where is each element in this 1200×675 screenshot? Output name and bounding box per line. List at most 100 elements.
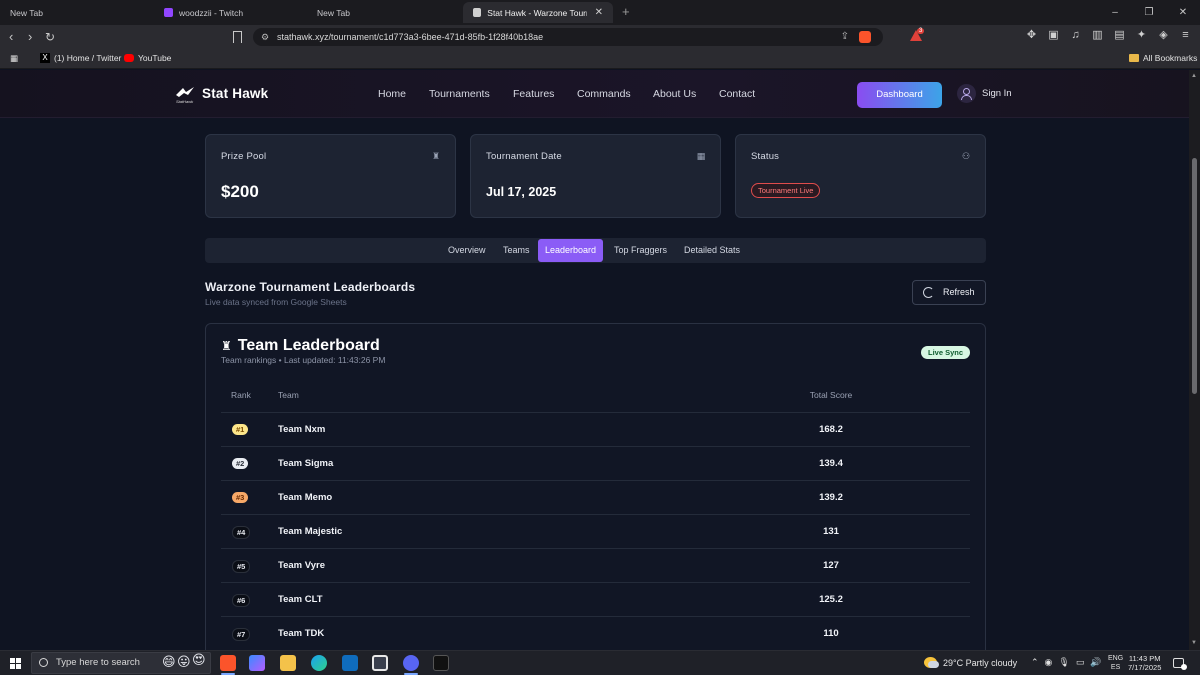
browser-tab-active[interactable]: Stat Hawk - Warzone Tourname ✕ (463, 2, 613, 23)
rank-badge: #6 (232, 594, 251, 607)
search-placeholder: Type here to search (56, 657, 140, 668)
reading-list-icon[interactable]: ▥ (1091, 29, 1104, 42)
nav-features[interactable]: Features (513, 88, 554, 100)
team-name: Team Memo (278, 492, 333, 503)
trophy-icon: ♜ (431, 151, 441, 161)
table-row[interactable]: #1 Team Nxm 168.2 (221, 412, 970, 446)
brave-browser-icon[interactable] (220, 655, 236, 671)
camera-icon[interactable]: ◉ (1045, 657, 1053, 668)
weather-widget[interactable]: 29°C Partly cloudy (924, 657, 1017, 668)
rank-badge: #2 (232, 458, 249, 469)
leo-ai-icon[interactable]: ✦ (1135, 29, 1148, 42)
forward-icon[interactable]: › (28, 29, 32, 45)
browser-tab-2[interactable]: woodzzii - Twitch (154, 0, 253, 25)
page-scrollbar[interactable]: ▲ ▼ (1189, 70, 1200, 650)
board-subtitle: Team rankings • Last updated: 11:43:26 P… (221, 355, 386, 365)
extensions-icon[interactable]: ✥ (1025, 29, 1038, 42)
col-team: Team (278, 390, 299, 400)
browser-tab-1[interactable]: New Tab (0, 0, 53, 25)
store-icon[interactable] (372, 655, 388, 671)
discord-icon[interactable] (403, 655, 419, 671)
hawk-logo-icon[interactable] (175, 86, 195, 100)
section-title: Warzone Tournament Leaderboards (205, 280, 416, 294)
network-icon[interactable]: ▭ (1076, 657, 1085, 668)
scroll-thumb[interactable] (1192, 158, 1197, 394)
rank-badge: #5 (232, 560, 251, 573)
language-indicator[interactable]: ENG ES (1108, 654, 1123, 672)
back-icon[interactable]: ‹ (9, 29, 13, 45)
site-info-icon[interactable]: ⚙ (261, 28, 269, 46)
vpn-icon[interactable]: ◈ (1157, 29, 1170, 42)
rank-badge: #3 (232, 492, 249, 503)
stathawk-favicon-icon (473, 8, 482, 17)
restore-button[interactable]: ❐ (1132, 0, 1166, 25)
table-row[interactable]: #7 Team TDK 110 (221, 616, 970, 650)
close-window-button[interactable]: ✕ (1166, 0, 1200, 25)
chevron-up-icon[interactable]: ⌃ (1031, 657, 1039, 668)
tab-leaderboard[interactable]: Leaderboard (538, 239, 604, 262)
new-tab-button[interactable]: + (622, 4, 630, 19)
microphone-icon[interactable]: 🎙 (1058, 657, 1069, 668)
extension-icons: ✥ ▣ ♫ ▥ ▤ ✦ ◈ ≡ (1025, 29, 1192, 42)
table-row[interactable]: #5 Team Vyre 127 (221, 548, 970, 582)
copilot-icon[interactable] (249, 655, 265, 671)
team-name: Team Vyre (278, 560, 325, 571)
tab-detailed-stats[interactable]: Detailed Stats (677, 238, 747, 263)
bookmark-youtube[interactable]: YouTube (124, 53, 171, 63)
nav-tournaments[interactable]: Tournaments (429, 88, 490, 100)
screenshot-icon[interactable]: ▣ (1047, 29, 1060, 42)
menu-icon[interactable]: ≡ (1179, 29, 1192, 42)
table-row[interactable]: #4 Team Majestic 131 (221, 514, 970, 548)
all-bookmarks-label: All Bookmarks (1143, 53, 1198, 63)
all-bookmarks[interactable]: All Bookmarks (1129, 53, 1197, 63)
share-icon[interactable]: ⇪ (841, 28, 849, 46)
youtube-icon (124, 54, 134, 62)
windows-start-icon[interactable] (10, 658, 21, 669)
tab-title: New Tab (10, 7, 43, 18)
clock[interactable]: 11:43 PM 7/17/2025 (1128, 654, 1161, 672)
sign-in-button[interactable]: Sign In (957, 84, 1012, 103)
file-explorer-icon[interactable] (280, 655, 296, 671)
table-row[interactable]: #6 Team CLT 125.2 (221, 582, 970, 616)
tab-strip: New Tab woodzzii - Twitch New Tab Stat H… (0, 0, 1200, 25)
refresh-icon (923, 287, 934, 298)
scroll-down-icon[interactable]: ▼ (1191, 640, 1197, 646)
logo-text[interactable]: Stat Hawk (202, 86, 268, 101)
volume-icon[interactable]: 🔊 (1090, 657, 1101, 668)
nav-about-us[interactable]: About Us (653, 88, 696, 100)
bookmarks-bar: ▦ X (1) Home / Twitter YouTube All Bookm… (0, 49, 1200, 69)
tab-teams[interactable]: Teams (496, 238, 537, 263)
close-tab-icon[interactable]: ✕ (595, 7, 603, 18)
x-icon: X (40, 53, 50, 63)
media-icon[interactable]: ♫ (1069, 29, 1082, 42)
browser-tab-3[interactable]: New Tab (307, 0, 360, 25)
tab-overview[interactable]: Overview (441, 238, 493, 263)
table-row[interactable]: #2 Team Sigma 139.4 (221, 446, 970, 480)
brave-shields-icon[interactable] (859, 31, 871, 43)
edge-icon[interactable] (311, 655, 327, 671)
nav-contact[interactable]: Contact (719, 88, 755, 100)
apps-grid-icon[interactable]: ▦ (10, 53, 18, 64)
nav-commands[interactable]: Commands (577, 88, 631, 100)
scroll-up-icon[interactable]: ▲ (1191, 73, 1197, 79)
wallet-icon[interactable]: ▤ (1113, 29, 1126, 42)
card-label: Prize Pool (221, 151, 267, 162)
url-text: stathawk.xyz/tournament/c1d773a3-6bee-47… (277, 32, 544, 42)
col-total-score: Total Score (809, 390, 853, 400)
outlook-icon[interactable] (342, 655, 358, 671)
tab-top-fraggers[interactable]: Top Fraggers (607, 238, 674, 263)
table-row[interactable]: #3 Team Memo 139.2 (221, 480, 970, 514)
bookmark-page-icon[interactable] (233, 31, 242, 43)
status-card: Status ⚇ Tournament Live (735, 134, 986, 218)
url-field[interactable]: ⚙ stathawk.xyz/tournament/c1d773a3-6bee-… (253, 28, 883, 46)
team-name: Team Nxm (278, 424, 326, 435)
minimize-button[interactable]: – (1098, 0, 1132, 25)
live-sync-badge: Live Sync (921, 346, 971, 359)
reload-icon[interactable]: ↻ (45, 29, 55, 45)
bookmark-twitter[interactable]: X (1) Home / Twitter (40, 53, 121, 63)
dashboard-button[interactable]: Dashboard (857, 82, 942, 108)
nav-home[interactable]: Home (378, 88, 406, 100)
call-of-duty-icon[interactable] (433, 655, 449, 671)
refresh-button[interactable]: Refresh (912, 280, 986, 305)
bookmark-label: (1) Home / Twitter (54, 53, 122, 63)
